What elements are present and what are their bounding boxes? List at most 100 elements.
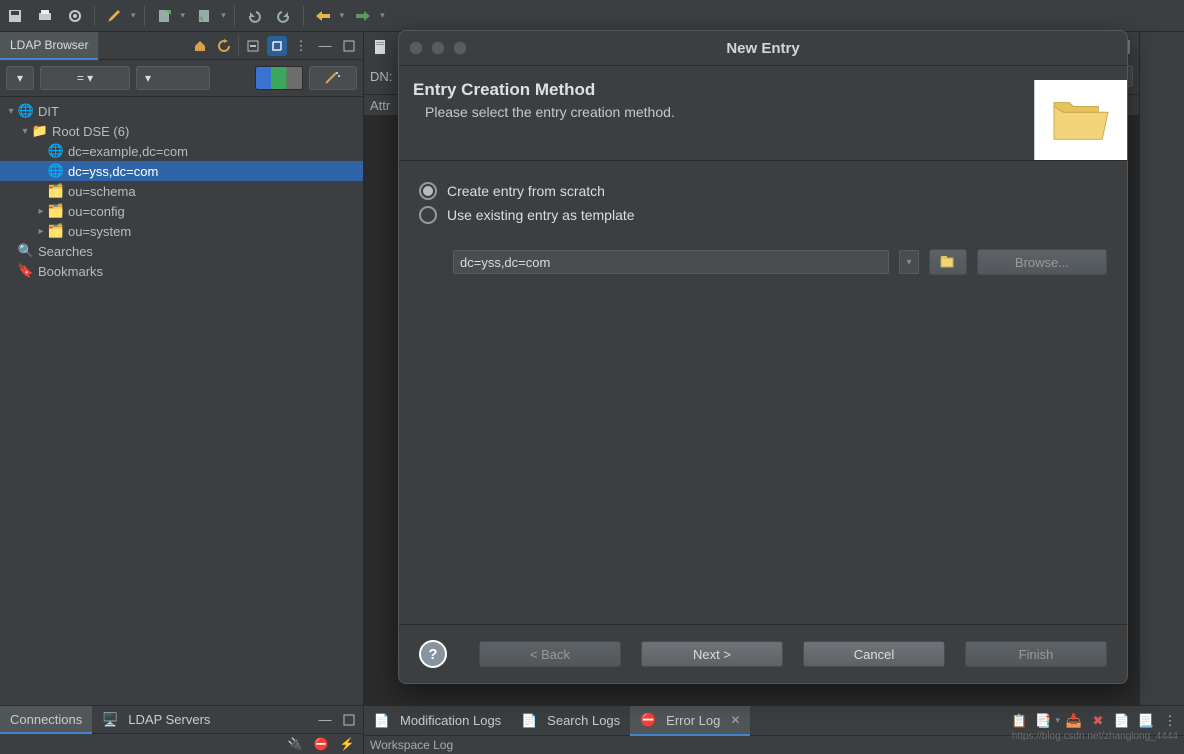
back-button[interactable]: < Back	[479, 641, 621, 667]
separator	[238, 36, 239, 56]
forward-icon[interactable]	[352, 5, 374, 27]
minimize-icon[interactable]: —	[315, 36, 335, 56]
tree-dit[interactable]: ▾ 🌐 DIT	[0, 101, 363, 121]
radio-label: Use existing entry as template	[447, 207, 635, 223]
tab-connections[interactable]: Connections	[0, 706, 92, 734]
import-icon[interactable]: 📥	[1064, 711, 1084, 731]
export-icon[interactable]: 📋	[1009, 711, 1029, 731]
link-editor-icon[interactable]	[267, 36, 287, 56]
toolbar-separator	[234, 6, 235, 26]
folder-illustration	[1034, 80, 1127, 160]
radio-from-scratch[interactable]: Create entry from scratch	[419, 179, 1107, 203]
home-icon[interactable]	[190, 36, 210, 56]
tab-modification-logs[interactable]: 📄 Modification Logs	[364, 706, 511, 736]
dropdown-icon[interactable]: ▾	[1055, 715, 1060, 726]
undo-icon[interactable]	[243, 5, 265, 27]
radio-from-template[interactable]: Use existing entry as template	[419, 203, 1107, 227]
file-icon[interactable]	[370, 37, 390, 57]
settings-icon[interactable]	[64, 5, 86, 27]
browse-button[interactable]: Browse...	[977, 249, 1107, 275]
new-attribute-icon[interactable]	[153, 5, 175, 27]
open-log-icon[interactable]: 📄	[1112, 711, 1132, 731]
tree-item[interactable]: 🌐 dc=example,dc=com	[0, 141, 363, 161]
tree-label: ou=schema	[68, 184, 136, 199]
tab-ldap-browser[interactable]: LDAP Browser	[0, 32, 98, 60]
delete-icon[interactable]: ✖	[1088, 711, 1108, 731]
view-menu-icon[interactable]: ⋮	[291, 36, 311, 56]
radio-icon[interactable]	[419, 182, 437, 200]
menu-icon[interactable]: ⋮	[1160, 711, 1180, 731]
disconnect-icon[interactable]: ⛔	[311, 734, 331, 754]
save-icon[interactable]	[4, 5, 26, 27]
help-icon[interactable]: ?	[419, 640, 447, 668]
connect-icon[interactable]: 🔌	[285, 734, 305, 754]
restore-icon[interactable]: 📃	[1136, 711, 1156, 731]
tab-label: LDAP Browser	[10, 38, 88, 52]
tree-root-dse[interactable]: ▾ 📁 Root DSE (6)	[0, 121, 363, 141]
history-dropdown-icon[interactable]: ▾	[899, 250, 919, 274]
edit-dropdown-icon[interactable]: ▾	[131, 10, 136, 21]
close-icon[interactable]: ✕	[730, 713, 740, 727]
pick-parent-button[interactable]	[929, 249, 967, 275]
toolbar-separator	[144, 6, 145, 26]
cancel-button[interactable]: Cancel	[803, 641, 945, 667]
filter-value-dropdown[interactable]: ▾	[136, 66, 210, 90]
maximize-icon[interactable]	[339, 710, 359, 730]
dialog-heading: Entry Creation Method	[413, 80, 1034, 100]
wand-button[interactable]	[309, 66, 357, 90]
tree-item-selected[interactable]: 🌐 dc=yss,dc=com	[0, 161, 363, 181]
right-gutter	[1139, 32, 1184, 705]
minimize-icon[interactable]: —	[315, 710, 335, 730]
toolbar-separator	[303, 6, 304, 26]
button-label: Next >	[693, 647, 731, 662]
expand-icon[interactable]: ▾	[18, 126, 32, 137]
back-icon[interactable]	[312, 5, 334, 27]
tree-item[interactable]: ▸ 🗂️ ou=system	[0, 221, 363, 241]
folder-icon: 📁	[32, 123, 48, 139]
redo-icon[interactable]	[273, 5, 295, 27]
next-button[interactable]: Next >	[641, 641, 783, 667]
radio-icon[interactable]	[419, 206, 437, 224]
lightning-icon[interactable]: ⚡	[337, 734, 357, 754]
new-value-icon[interactable]	[193, 5, 215, 27]
template-dn-input[interactable]: dc=yss,dc=com	[453, 250, 889, 274]
ldap-tree[interactable]: ▾ 🌐 DIT ▾ 📁 Root DSE (6) 🌐 dc=example,dc…	[0, 97, 363, 705]
new-entry-dialog: New Entry Entry Creation Method Please s…	[398, 30, 1128, 684]
tree-searches[interactable]: 🔍 Searches	[0, 241, 363, 261]
color-filter-button[interactable]	[255, 66, 303, 90]
tab-error-log[interactable]: ⛔ Error Log ✕	[630, 706, 750, 736]
tree-label: Bookmarks	[38, 264, 103, 279]
tab-label: Search Logs	[547, 713, 620, 728]
workspace-log-label: Workspace Log	[370, 738, 453, 752]
print-icon[interactable]	[34, 5, 56, 27]
dropdown-icon[interactable]: ▾	[221, 10, 226, 21]
tab-search-logs[interactable]: 📄 Search Logs	[511, 706, 630, 736]
dialog-footer: ? < Back Next > Cancel Finish	[399, 624, 1127, 683]
filter-icon[interactable]: 📑	[1033, 711, 1053, 731]
tab-ldap-servers[interactable]: 🖥️ LDAP Servers	[92, 706, 220, 734]
collapse-icon[interactable]	[243, 36, 263, 56]
back-dropdown-icon[interactable]: ▾	[340, 10, 345, 21]
dialog-titlebar[interactable]: New Entry	[399, 31, 1127, 66]
filter-op-dropdown[interactable]: = ▾	[40, 66, 130, 90]
filter-bar: ▾ = ▾ ▾	[0, 60, 363, 97]
tree-item[interactable]: 🗂️ ou=schema	[0, 181, 363, 201]
refresh-icon[interactable]	[214, 36, 234, 56]
ldap-browser-panel: LDAP Browser ⋮ — ▾ = ▾ ▾	[0, 32, 364, 705]
search-icon: 🔍	[18, 243, 34, 259]
schema-icon: 🗂️	[48, 183, 64, 199]
maximize-icon[interactable]	[339, 36, 359, 56]
edit-icon[interactable]	[103, 5, 125, 27]
forward-dropdown-icon[interactable]: ▾	[380, 10, 385, 21]
log-icon: 📄	[374, 713, 390, 729]
tree-bookmarks[interactable]: 🔖 Bookmarks	[0, 261, 363, 281]
tree-label: dc=example,dc=com	[68, 144, 188, 159]
expand-icon[interactable]: ▸	[34, 226, 48, 237]
expand-icon[interactable]: ▾	[4, 106, 18, 117]
finish-button[interactable]: Finish	[965, 641, 1107, 667]
tree-item[interactable]: ▸ 🗂️ ou=config	[0, 201, 363, 221]
dropdown-icon[interactable]: ▾	[181, 10, 186, 21]
tab-label: LDAP Servers	[128, 712, 210, 727]
expand-icon[interactable]: ▸	[34, 206, 48, 217]
filter-attr-dropdown[interactable]: ▾	[6, 66, 34, 90]
